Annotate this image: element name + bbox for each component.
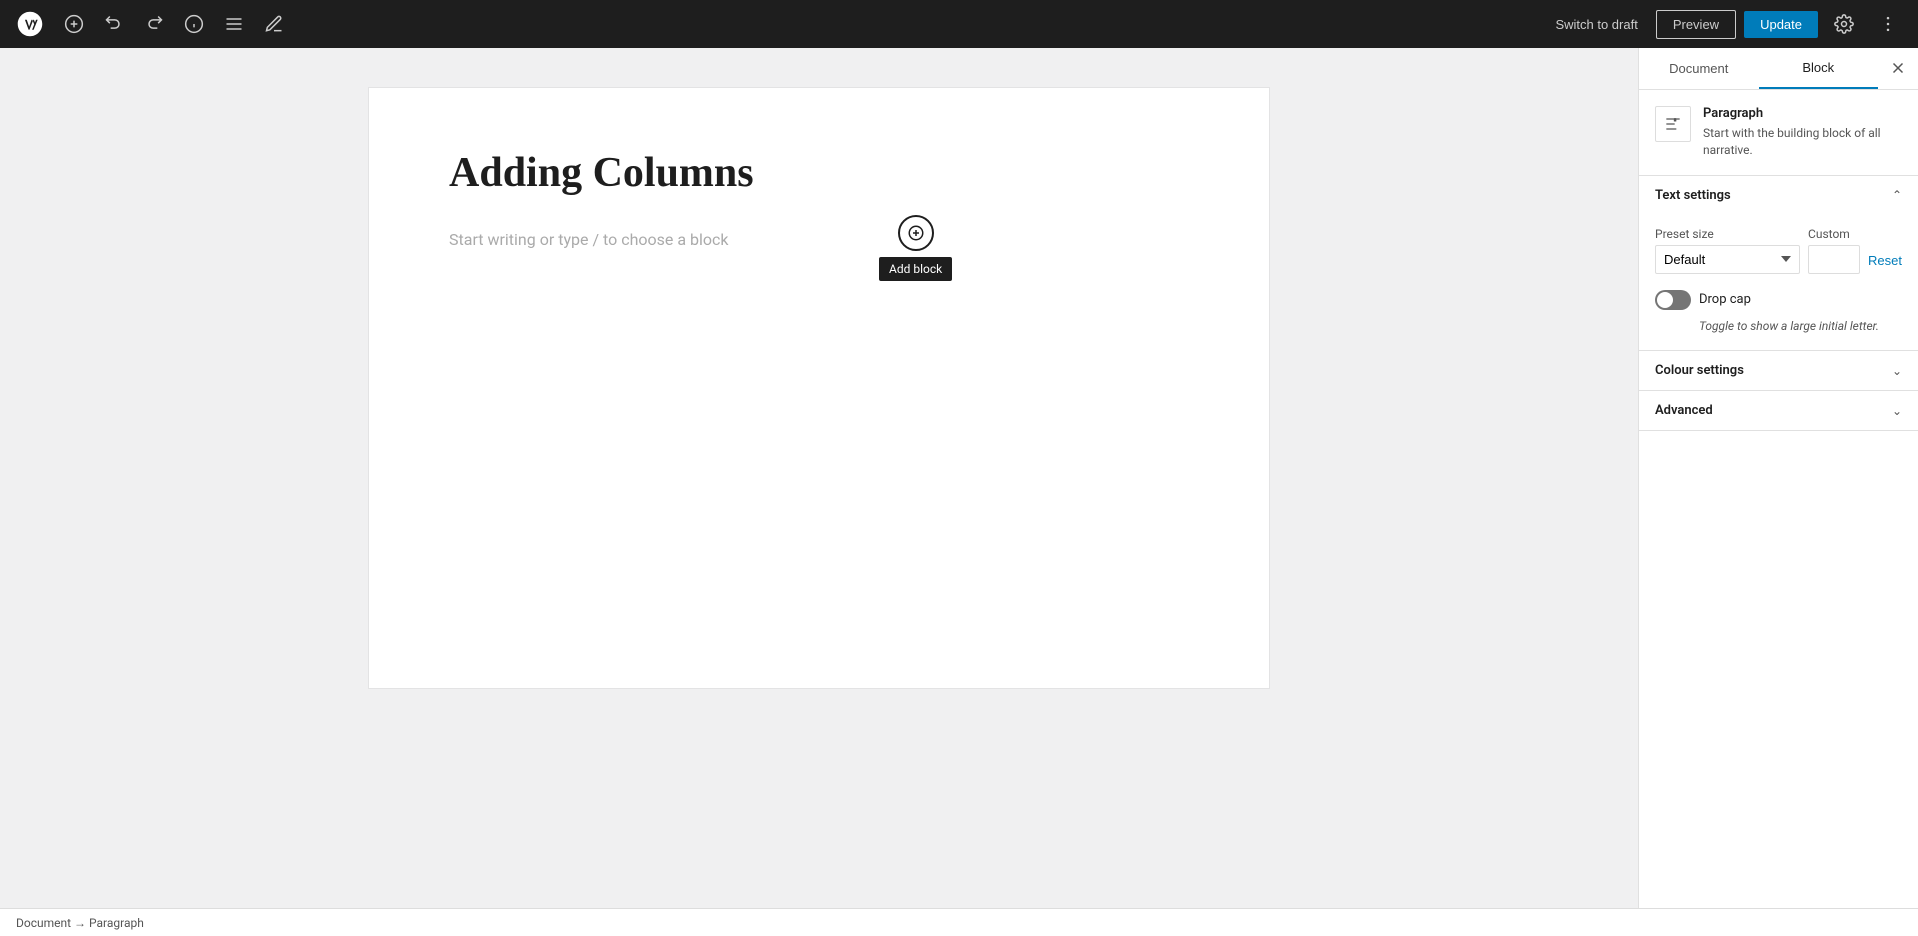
text-settings-header[interactable]: Text settings ⌃ <box>1639 176 1918 215</box>
add-block-circle-button[interactable] <box>898 215 934 251</box>
preset-size-label: Preset size <box>1655 227 1800 241</box>
toolbar: Switch to draft Preview Update <box>0 0 1918 48</box>
drop-cap-label: Drop cap <box>1699 292 1751 307</box>
settings-button[interactable] <box>1826 6 1862 42</box>
tab-document[interactable]: Document <box>1639 48 1759 89</box>
details-button[interactable] <box>176 6 212 42</box>
text-settings-panel: Text settings ⌃ Preset size Default Cust… <box>1639 176 1918 352</box>
drop-cap-toggle[interactable] <box>1655 290 1691 310</box>
list-view-button[interactable] <box>216 6 252 42</box>
colour-settings-header[interactable]: Colour settings ⌄ <box>1639 351 1918 390</box>
placeholder-text: Start writing or type / to choose a bloc… <box>449 230 729 249</box>
block-info: Paragraph Start with the building block … <box>1639 90 1918 176</box>
advanced-chevron: ⌄ <box>1892 404 1902 418</box>
block-description: Start with the building block of all nar… <box>1703 125 1902 159</box>
sidebar: Document Block Paragraph Start with the … <box>1638 48 1918 908</box>
paragraph-block[interactable]: Start writing or type / to choose a bloc… <box>449 230 1189 249</box>
drop-cap-description: Toggle to show a large initial letter. <box>1699 318 1902 335</box>
update-button[interactable]: Update <box>1744 11 1818 38</box>
advanced-panel: Advanced ⌄ <box>1639 391 1918 431</box>
status-text: Document → Paragraph <box>16 916 144 930</box>
colour-settings-chevron: ⌄ <box>1892 364 1902 378</box>
wp-logo <box>12 6 48 42</box>
block-name: Paragraph <box>1703 106 1902 121</box>
sidebar-tabs: Document Block <box>1639 48 1918 90</box>
switch-draft-button[interactable]: Switch to draft <box>1545 11 1647 38</box>
custom-col: Custom <box>1808 227 1860 274</box>
colour-settings-panel: Colour settings ⌄ <box>1639 351 1918 391</box>
add-block-toolbar-button[interactable] <box>56 6 92 42</box>
main-layout: Adding Columns Start writing or type / t… <box>0 48 1918 908</box>
custom-size-input[interactable] <box>1808 245 1860 274</box>
preview-button[interactable]: Preview <box>1656 10 1736 39</box>
colour-settings-title: Colour settings <box>1655 363 1744 378</box>
preset-size-col: Preset size Default <box>1655 227 1800 274</box>
more-options-button[interactable] <box>1870 6 1906 42</box>
block-info-text: Paragraph Start with the building block … <box>1703 106 1902 159</box>
block-icon <box>1655 106 1691 142</box>
preset-size-select[interactable]: Default <box>1655 245 1800 274</box>
text-settings-title: Text settings <box>1655 188 1731 203</box>
advanced-title: Advanced <box>1655 403 1713 418</box>
reset-button[interactable]: Reset <box>1868 253 1902 274</box>
sidebar-close-button[interactable] <box>1878 48 1918 88</box>
undo-button[interactable] <box>96 6 132 42</box>
advanced-header[interactable]: Advanced ⌄ <box>1639 391 1918 430</box>
redo-button[interactable] <box>136 6 172 42</box>
drop-cap-row: Drop cap <box>1655 290 1902 310</box>
add-block-tooltip: Add block <box>879 257 952 281</box>
tab-block[interactable]: Block <box>1759 48 1879 89</box>
status-bar: Document → Paragraph <box>0 908 1918 936</box>
tools-button[interactable] <box>256 6 292 42</box>
post-title[interactable]: Adding Columns <box>449 148 1189 198</box>
editor-canvas: Adding Columns Start writing or type / t… <box>369 88 1269 688</box>
custom-label: Custom <box>1808 227 1860 241</box>
text-settings-chevron: ⌃ <box>1892 188 1902 202</box>
text-settings-content: Preset size Default Custom Reset <box>1639 215 1918 351</box>
editor-area: Adding Columns Start writing or type / t… <box>0 48 1638 908</box>
preset-custom-row: Preset size Default Custom Reset <box>1655 227 1902 274</box>
toggle-knob <box>1657 292 1673 308</box>
